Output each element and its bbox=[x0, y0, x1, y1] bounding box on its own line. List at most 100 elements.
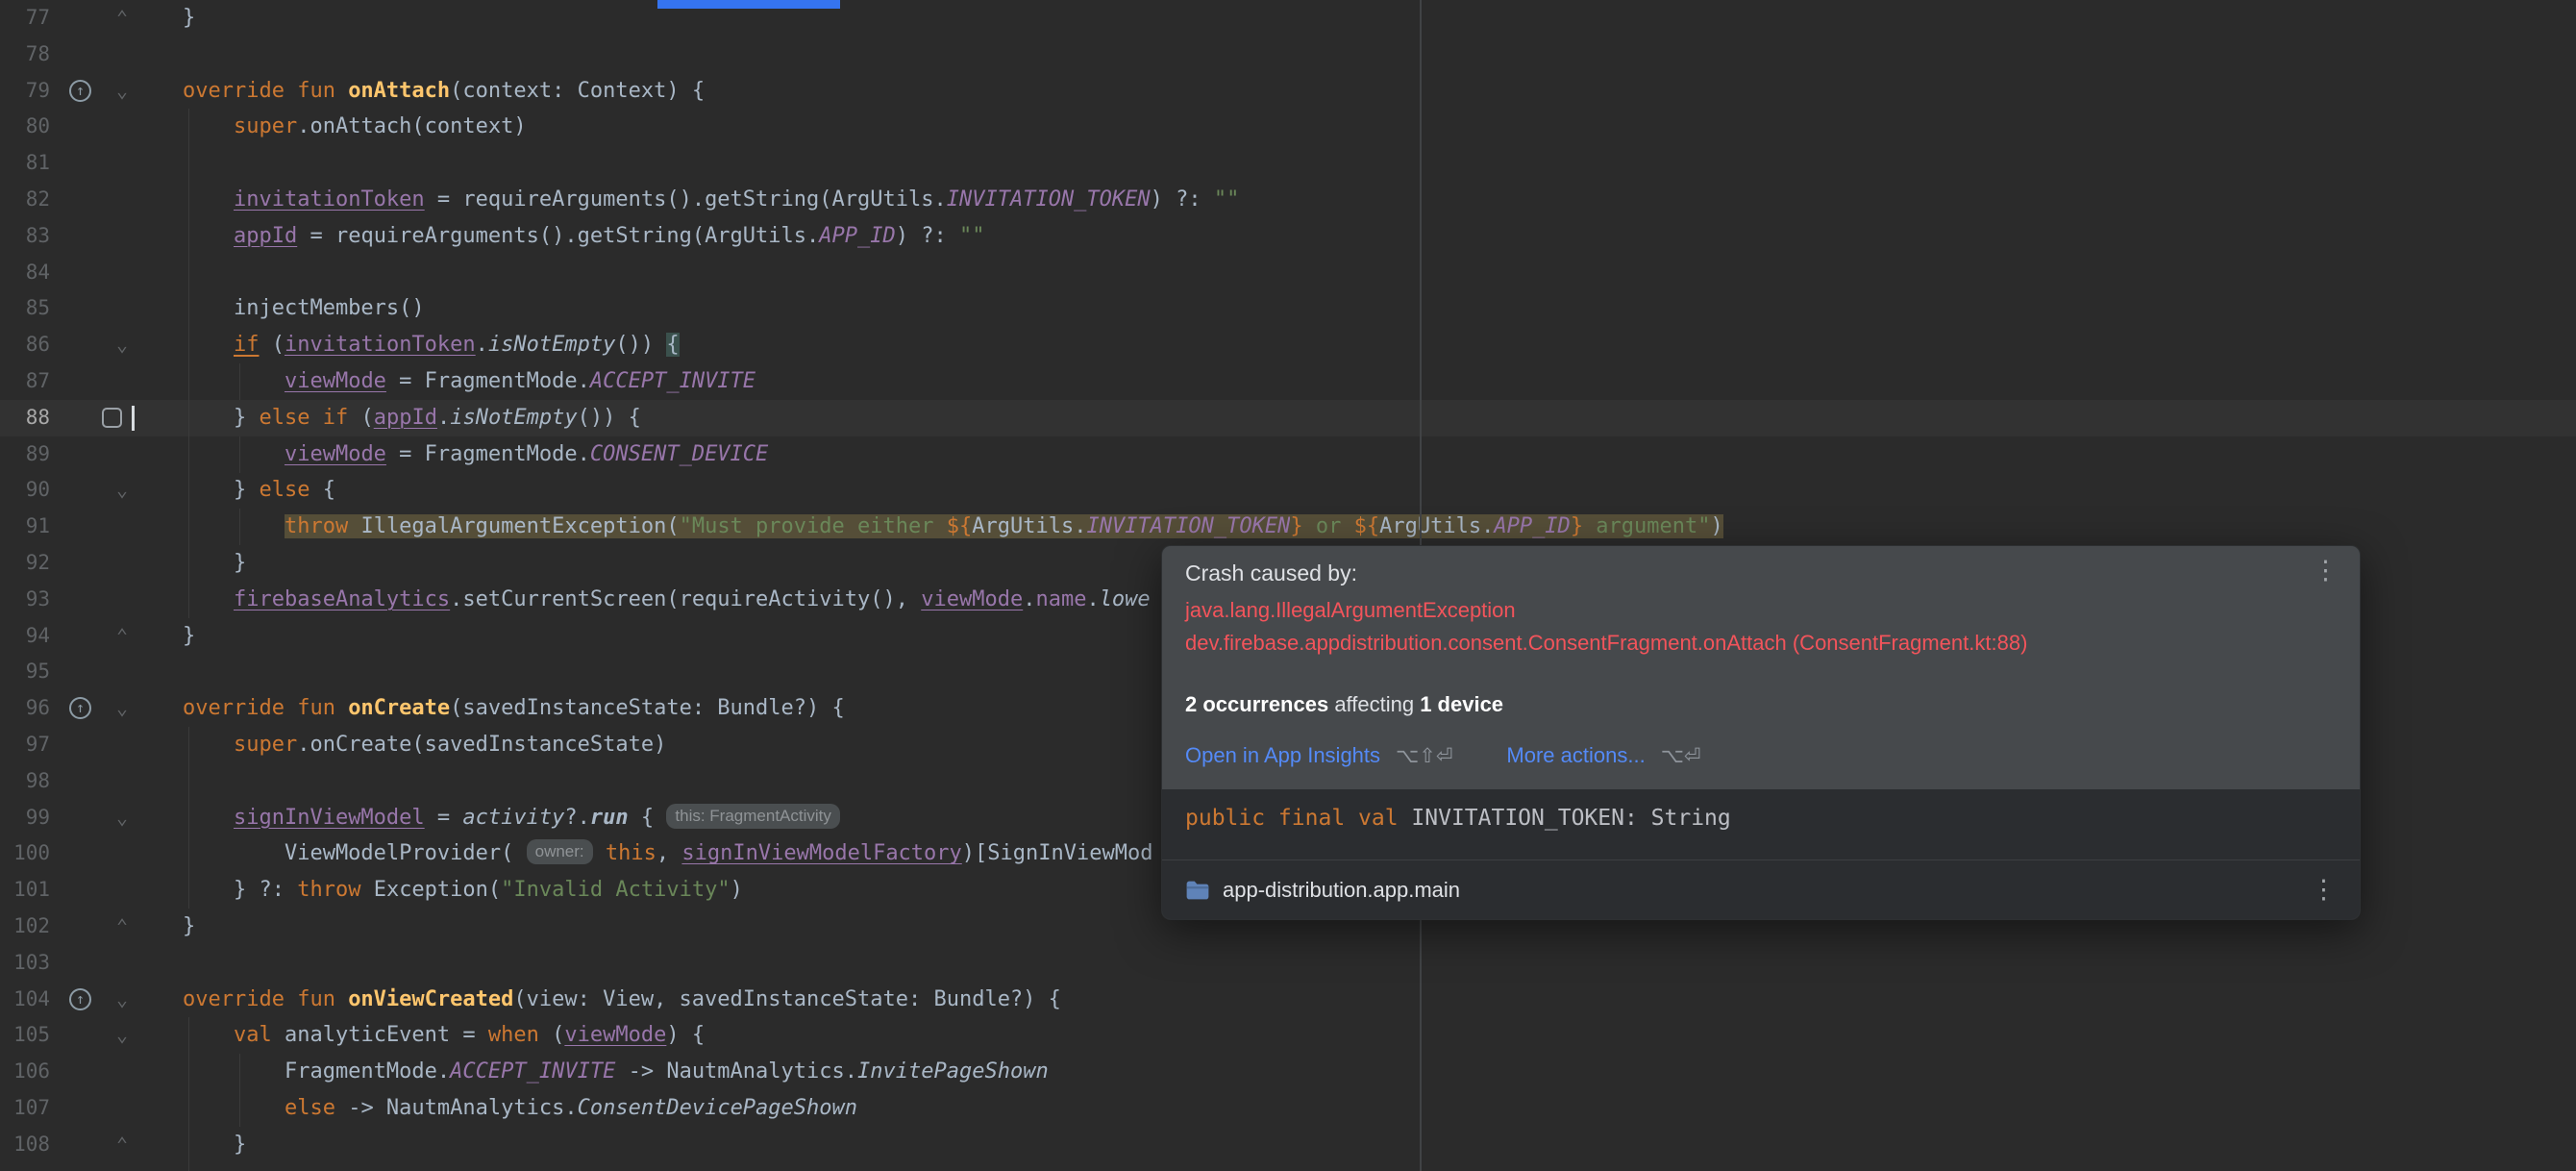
fold-marker-icon[interactable]: ⌄ bbox=[110, 800, 135, 836]
line-number[interactable]: 81 bbox=[0, 145, 50, 182]
line-number[interactable]: 103 bbox=[0, 945, 50, 982]
fold-marker-icon[interactable]: ⌄ bbox=[110, 73, 135, 110]
code-line-79[interactable]: 79 ↑ ⌄ override fun onAttach(context: Conte… bbox=[0, 73, 2576, 110]
fold-marker-icon[interactable]: ⌄ bbox=[110, 690, 135, 727]
code-token: when bbox=[487, 1023, 539, 1048]
code-line-105[interactable]: 105 ⌄ val analyticEvent = when (viewMode)… bbox=[0, 1017, 2576, 1054]
line-number[interactable]: 78 bbox=[0, 37, 50, 73]
code-line[interactable]: firebaseAnalytics.logEvent(analyticEvent… bbox=[0, 1163, 2576, 1171]
more-actions-link[interactable]: More actions... bbox=[1506, 743, 1645, 768]
override-method-icon[interactable]: ↑ bbox=[69, 987, 91, 1010]
code-token: override fun bbox=[183, 986, 349, 1011]
line-number[interactable]: 105 bbox=[0, 1017, 50, 1054]
code-text: override fun onViewCreated(view: View, s… bbox=[183, 982, 1061, 1018]
line-number[interactable]: 85 bbox=[0, 290, 50, 327]
line-number[interactable]: 94 bbox=[0, 618, 50, 655]
code-token: ACCEPT_INVITE bbox=[589, 368, 756, 393]
ide-editor-window: 77 ⌃} 78 79 ↑ ⌄ override fun onAttach(context:… bbox=[0, 0, 2576, 1171]
signature-token: INVITATION_TOKEN: String bbox=[1411, 806, 1731, 831]
gutter-insight-icon[interactable] bbox=[102, 407, 122, 428]
code-token: override fun bbox=[183, 78, 349, 103]
code-line-104[interactable]: 104 ↑ ⌄ override fun onViewCreated(view: Vi… bbox=[0, 982, 2576, 1018]
more-options-icon[interactable]: ⋮ bbox=[2313, 558, 2339, 584]
fold-marker-icon[interactable]: ⌄ bbox=[110, 982, 135, 1018]
line-number[interactable]: 92 bbox=[0, 545, 50, 582]
code-token: else bbox=[284, 1095, 335, 1120]
code-line-107[interactable]: 107 else -> NautmAnalytics.ConsentDevice… bbox=[0, 1090, 2576, 1127]
code-token: if bbox=[233, 333, 260, 358]
line-number[interactable]: 104 bbox=[0, 982, 50, 1018]
fold-marker-icon[interactable]: ⌃ bbox=[110, 1127, 135, 1163]
fold-marker-icon[interactable]: ⌄ bbox=[110, 327, 135, 363]
code-token: ) bbox=[730, 878, 743, 903]
line-number[interactable]: 96 bbox=[0, 690, 50, 727]
crash-popup-actions: Open in App Insights ⌥⇧⏎ More actions...… bbox=[1185, 743, 2337, 768]
code-line-90[interactable]: 90 ⌄ } else { bbox=[0, 472, 2576, 509]
fold-marker-icon[interactable]: ⌄ bbox=[110, 1017, 135, 1054]
line-number[interactable]: 99 bbox=[0, 800, 50, 836]
code-line-86[interactable]: 86 ⌄ if (invitationToken.isNotEmpty()) { bbox=[0, 327, 2576, 363]
line-number[interactable]: 82 bbox=[0, 182, 50, 218]
inlay-hint[interactable]: this: FragmentActivity bbox=[666, 803, 840, 829]
line-number[interactable]: 98 bbox=[0, 763, 50, 800]
code-token: (context: Context) { bbox=[450, 78, 706, 103]
code-line-87[interactable]: 87 viewMode = FragmentMode.ACCEPT_INVITE bbox=[0, 363, 2576, 400]
code-line-103[interactable]: 103 bbox=[0, 945, 2576, 982]
line-number[interactable]: 95 bbox=[0, 654, 50, 690]
line-number[interactable]: 97 bbox=[0, 727, 50, 763]
more-options-icon[interactable]: ⋮ bbox=[2311, 877, 2337, 903]
tab-active-indicator[interactable] bbox=[657, 0, 840, 9]
code-line-83[interactable]: 83 appId = requireArguments().getString(… bbox=[0, 218, 2576, 255]
line-number[interactable]: 108 bbox=[0, 1127, 50, 1163]
code-line-81[interactable]: 81 bbox=[0, 145, 2576, 182]
line-number[interactable]: 100 bbox=[0, 835, 50, 872]
line-number[interactable]: 88 bbox=[0, 400, 50, 436]
fold-marker-icon[interactable]: ⌃ bbox=[110, 0, 135, 37]
code-line-106[interactable]: 106 FragmentMode.ACCEPT_INVITE -> NautmA… bbox=[0, 1054, 2576, 1090]
code-line-80[interactable]: 80 super.onAttach(context) bbox=[0, 109, 2576, 145]
fold-marker-icon[interactable]: ⌃ bbox=[110, 909, 135, 945]
fold-marker-icon[interactable]: ⌃ bbox=[110, 618, 135, 655]
line-number[interactable]: 106 bbox=[0, 1054, 50, 1090]
inlay-hint[interactable]: owner: bbox=[526, 839, 593, 865]
code-text: invitationToken = requireArguments().get… bbox=[183, 182, 1239, 218]
code-line-91[interactable]: 91 throw IllegalArgumentException("Must … bbox=[0, 509, 2576, 545]
line-number[interactable]: 86 bbox=[0, 327, 50, 363]
code-text: viewMode = FragmentMode.CONSENT_DEVICE bbox=[183, 436, 768, 473]
line-number[interactable]: 102 bbox=[0, 909, 50, 945]
code-text: injectMembers() bbox=[183, 290, 425, 327]
line-number[interactable]: 89 bbox=[0, 436, 50, 473]
open-app-insights-link[interactable]: Open in App Insights bbox=[1185, 743, 1380, 768]
line-number[interactable]: 90 bbox=[0, 472, 50, 509]
code-token: } ?: bbox=[183, 878, 298, 903]
line-number[interactable]: 101 bbox=[0, 872, 50, 909]
line-number[interactable]: 80 bbox=[0, 109, 50, 145]
code-line-82[interactable]: 82 invitationToken = requireArguments().… bbox=[0, 182, 2576, 218]
code-line-108[interactable]: 108 ⌃ } bbox=[0, 1127, 2576, 1163]
code-text: } bbox=[183, 545, 246, 582]
code-token: } bbox=[1290, 514, 1303, 539]
code-line-77[interactable]: 77 ⌃} bbox=[0, 0, 2576, 37]
line-number[interactable]: 91 bbox=[0, 509, 50, 545]
code-line-84[interactable]: 84 bbox=[0, 255, 2576, 291]
code-line-88[interactable]: 88 } else if (appId.isNotEmpty()) { bbox=[0, 399, 2576, 436]
line-number[interactable]: 83 bbox=[0, 218, 50, 255]
line-number[interactable]: 77 bbox=[0, 0, 50, 37]
override-method-icon[interactable]: ↑ bbox=[69, 79, 91, 102]
code-token: viewMode bbox=[564, 1023, 667, 1048]
code-line-78[interactable]: 78 bbox=[0, 37, 2576, 73]
code-line-89[interactable]: 89 viewMode = FragmentMode.CONSENT_DEVIC… bbox=[0, 436, 2576, 473]
code-line-85[interactable]: 85 injectMembers() bbox=[0, 290, 2576, 327]
crash-location: dev.firebase.appdistribution.consent.Con… bbox=[1185, 631, 2028, 655]
code-token: viewMode bbox=[284, 441, 386, 466]
line-number[interactable]: 107 bbox=[0, 1090, 50, 1127]
fold-marker-icon[interactable]: ⌄ bbox=[110, 472, 135, 509]
code-token: APP_ID bbox=[1494, 514, 1571, 539]
line-number[interactable]: 79 bbox=[0, 73, 50, 110]
line-number[interactable]: 87 bbox=[0, 363, 50, 400]
line-number[interactable]: 93 bbox=[0, 582, 50, 618]
line-number[interactable]: 84 bbox=[0, 255, 50, 291]
override-method-icon[interactable]: ↑ bbox=[69, 697, 91, 720]
